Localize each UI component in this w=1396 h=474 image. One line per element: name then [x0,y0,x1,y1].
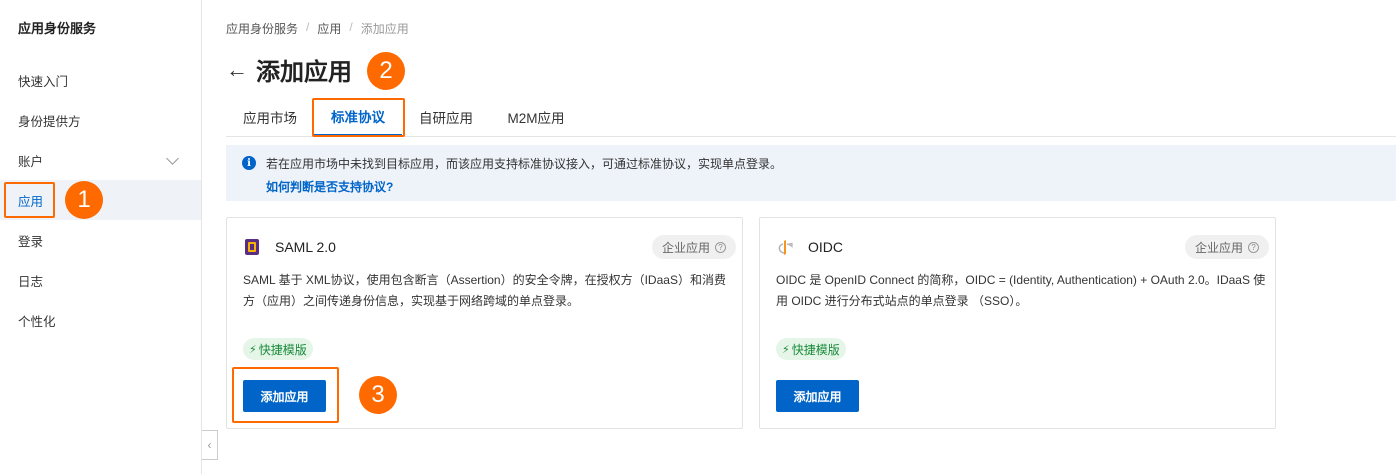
sidebar-item-accounts[interactable]: 账户 [0,140,201,180]
sidebar-item-idp[interactable]: 身份提供方 [0,100,201,140]
tab-app-market[interactable]: 应用市场 [226,98,314,136]
quick-template-badge: ⚡ 快捷模版 [776,338,846,360]
highlight-box-applications [4,182,55,218]
sidebar-item-label: 账户 [18,154,44,169]
back-arrow-icon[interactable]: ← [226,58,248,81]
help-icon: ? [715,241,726,253]
page-title: 添加应用 [256,59,352,86]
breadcrumb-item-apps[interactable]: 应用 [317,20,341,37]
protocol-card-oidc: OIDC 企业应用? OIDC 是 OpenID Connect 的简称，OID… [759,217,1276,429]
breadcrumb: 应用身份服务 / 应用 / 添加应用 [226,20,409,37]
sidebar-item-quickstart[interactable]: 快速入门 [0,60,201,100]
sidebar-item-label: 个性化 [18,314,56,329]
card-title: SAML 2.0 [275,239,336,255]
card-description: OIDC 是 OpenID Connect 的简称，OIDC = (Identi… [776,273,1266,308]
quick-template-badge: ⚡ 快捷模版 [243,338,313,360]
highlight-box-add-button [232,367,339,423]
sidebar-item-personalize[interactable]: 个性化 [0,300,201,340]
quick-template-label: 快捷模版 [791,342,840,357]
app-title: 应用身份服务 [18,21,97,36]
enterprise-app-tag[interactable]: 企业应用? [651,235,736,259]
tab-custom-app[interactable]: 自研应用 [404,98,488,136]
enterprise-app-tag[interactable]: 企业应用? [1184,235,1269,259]
chevron-down-icon [166,152,179,165]
breadcrumb-separator: / [306,20,310,34]
step-2-badge: 2 [367,52,405,90]
breadcrumb-item-current: 添加应用 [360,22,409,36]
oidc-logo-icon [778,240,793,255]
sidebar-item-logs[interactable]: 日志 [0,260,201,300]
lightning-icon: ⚡ [782,343,790,356]
card-description: SAML 基于 XML协议，使用包含断言（Assertion）的安全令牌，在授权… [243,273,726,308]
sidebar: 应用身份服务 快速入门 身份提供方 账户 应用 登录 日志 个性化 [0,0,202,474]
saml-logo-icon [245,239,259,255]
notice-text: 若在应用市场中未找到目标应用，而该应用支持标准协议接入，可通过标准协议，实现单点… [266,157,783,171]
quick-template-label: 快捷模版 [258,342,307,357]
sidebar-item-label: 快速入门 [18,74,69,89]
sidebar-item-login[interactable]: 登录 [0,220,201,260]
help-icon: ? [1248,241,1259,253]
tag-label: 企业应用 [1194,240,1243,255]
highlight-box-standard-tab [312,98,405,137]
step-3-badge: 3 [359,376,397,414]
tag-label: 企业应用 [661,240,710,255]
tab-m2m-app[interactable]: M2M应用 [494,98,578,136]
sidebar-item-label: 身份提供方 [18,114,81,129]
info-icon: i [242,156,256,170]
page-header: ← 添加应用 [226,52,352,87]
lightning-icon: ⚡ [249,343,257,356]
breadcrumb-item-service[interactable]: 应用身份服务 [226,20,298,37]
card-title: OIDC [808,239,843,255]
add-app-button-oidc[interactable]: 添加应用 [776,380,859,412]
step-1-badge: 1 [65,181,103,219]
sidebar-item-label: 登录 [18,234,44,249]
sidebar-collapse-handle[interactable]: ‹ [202,430,218,460]
protocol-help-link[interactable]: 如何判断是否支持协议? [266,178,1396,195]
info-notice: i 若在应用市场中未找到目标应用，而该应用支持标准协议接入，可通过标准协议，实现… [226,145,1396,201]
sidebar-item-label: 日志 [18,274,44,289]
chevron-left-icon: ‹ [207,438,212,452]
breadcrumb-separator: / [349,20,353,34]
